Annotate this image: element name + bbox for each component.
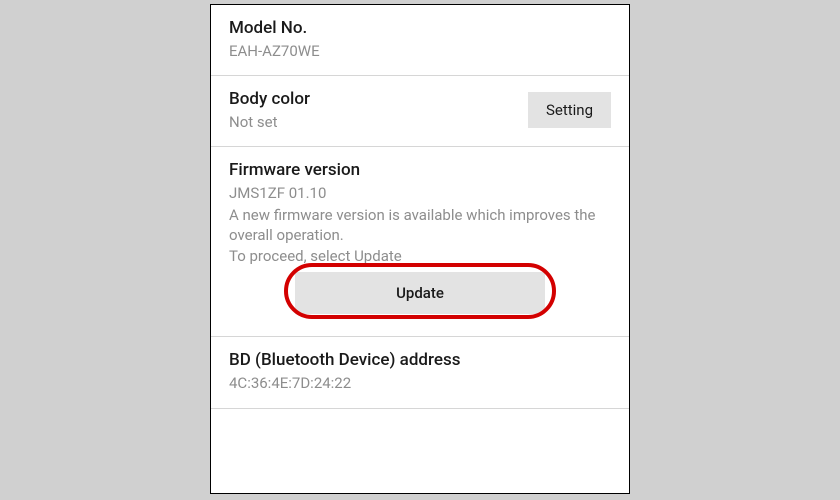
update-button[interactable]: Update <box>295 272 545 314</box>
bd-address-row: BD (Bluetooth Device) address 4C:36:4E:7… <box>211 337 629 408</box>
empty-area <box>211 409 629 494</box>
bd-value: 4C:36:4E:7D:24:22 <box>229 373 611 393</box>
bd-title: BD (Bluetooth Device) address <box>229 349 611 372</box>
firmware-title: Firmware version <box>229 159 611 182</box>
body-color-title: Body color <box>229 88 528 111</box>
firmware-value: JMS1ZF 01.10 <box>229 183 611 203</box>
firmware-row: Firmware version JMS1ZF 01.10 A new firm… <box>211 147 629 337</box>
model-row: Model No. EAH-AZ70WE <box>211 5 629 76</box>
firmware-desc-2: To proceed, select Update <box>229 246 611 266</box>
setting-button[interactable]: Setting <box>528 92 611 128</box>
settings-panel: Model No. EAH-AZ70WE Body color Not set … <box>210 4 630 494</box>
firmware-desc-1: A new firmware version is available whic… <box>229 205 611 246</box>
body-color-value: Not set <box>229 112 528 132</box>
body-color-row: Body color Not set Setting <box>211 76 629 147</box>
model-title: Model No. <box>229 17 611 40</box>
model-value: EAH-AZ70WE <box>229 41 611 61</box>
